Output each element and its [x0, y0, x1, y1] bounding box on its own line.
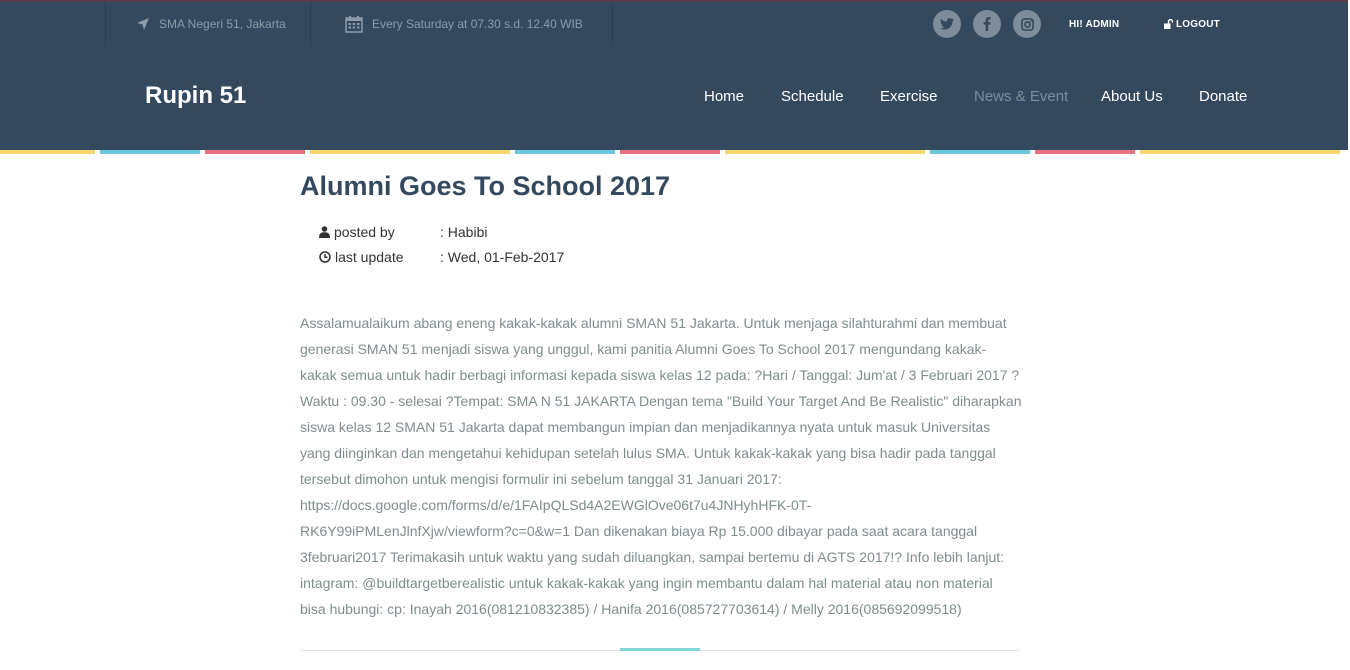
stripe-segment	[1035, 150, 1135, 154]
instagram-button[interactable]	[1013, 10, 1041, 38]
stripe-segment	[725, 150, 925, 154]
location-info: SMA Negeri 51, Jakarta	[105, 2, 311, 46]
post-date-row: last update : Wed, 01-Feb-2017	[319, 249, 564, 265]
last-update-label: last update	[319, 249, 440, 265]
nav-item-exercise[interactable]: Exercise	[880, 88, 938, 105]
post-author-row: posted by : Habibi	[319, 224, 487, 240]
nav-item-donate[interactable]: Donate	[1199, 88, 1247, 105]
location-text: SMA Negeri 51, Jakarta	[159, 17, 286, 31]
post-title: Alumni Goes To School 2017	[300, 171, 671, 201]
stripe-segment	[930, 150, 1030, 154]
posted-by-label: posted by	[319, 224, 440, 240]
stripe-segment	[515, 150, 615, 154]
last-update-label-text: last update	[335, 249, 404, 265]
admin-greeting-link[interactable]: HI! ADMIN	[1069, 2, 1119, 46]
schedule-text: Every Saturday at 07.30 s.d. 12.40 WIB	[372, 17, 583, 31]
nav-item-schedule[interactable]: Schedule	[781, 88, 844, 105]
logout-link[interactable]: LOGOUT	[1164, 2, 1220, 46]
decorative-color-stripe	[0, 150, 1348, 154]
facebook-icon	[983, 17, 991, 31]
site-brand[interactable]: Rupin 51	[145, 82, 246, 110]
instagram-icon	[1020, 17, 1034, 31]
facebook-button[interactable]	[973, 10, 1001, 38]
post-body: Assalamualaikum abang eneng kakak-kakak …	[300, 315, 1022, 617]
twitter-button[interactable]	[933, 10, 961, 38]
twitter-icon	[940, 18, 954, 30]
logout-text: LOGOUT	[1176, 18, 1220, 30]
stripe-segment	[310, 150, 510, 154]
stripe-segment	[620, 150, 720, 154]
user-icon	[319, 226, 330, 238]
divider-accent	[620, 648, 700, 651]
stripe-segment	[205, 150, 305, 154]
top-info-bar: SMA Negeri 51, Jakarta Every Saturday at…	[0, 0, 1348, 46]
posted-by-value: : Habibi	[440, 224, 488, 240]
unlock-icon	[1164, 19, 1173, 29]
admin-greeting-text: HI! ADMIN	[1069, 18, 1120, 30]
location-arrow-icon	[137, 18, 149, 30]
stripe-segment	[0, 150, 95, 154]
calendar-icon	[345, 16, 363, 33]
clock-icon	[319, 251, 331, 263]
nav-item-about-us[interactable]: About Us	[1101, 88, 1163, 105]
stripe-segment	[1140, 150, 1340, 154]
main-header: Rupin 51 Home Schedule Exercise News & E…	[0, 46, 1348, 150]
schedule-info: Every Saturday at 07.30 s.d. 12.40 WIB	[311, 2, 613, 46]
posted-by-label-text: posted by	[334, 224, 395, 240]
stripe-segment	[100, 150, 200, 154]
last-update-value: : Wed, 01-Feb-2017	[440, 249, 565, 265]
nav-item-home[interactable]: Home	[704, 88, 744, 105]
nav-item-news-event[interactable]: News & Event	[974, 88, 1068, 105]
